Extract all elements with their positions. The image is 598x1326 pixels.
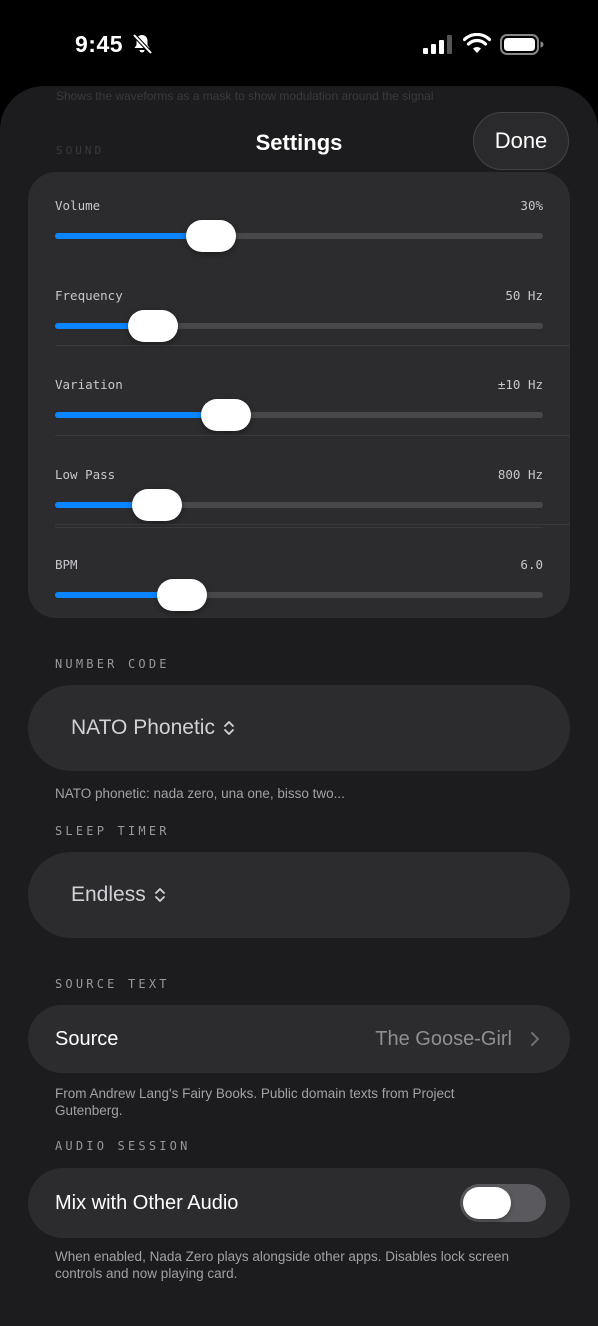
sleep-timer-section-label: SLEEP TIMER — [55, 824, 170, 838]
picker-content: NATO Phonetic — [71, 685, 235, 771]
slider-thumb[interactable] — [127, 310, 178, 342]
status-bar: 9:45 — [0, 0, 598, 88]
number-code-picker[interactable]: NATO Phonetic — [28, 685, 570, 771]
source-text-footnote: From Andrew Lang's Fairy Books. Public d… — [55, 1086, 455, 1118]
settings-sheet: Shows the waveforms as a mask to show mo… — [0, 86, 598, 1326]
chevron-up-down-icon — [224, 721, 234, 735]
low-pass-slider[interactable] — [55, 489, 543, 521]
low-pass-slider-row: Low Pass 800 Hz — [55, 467, 543, 557]
slider-thumb[interactable] — [132, 489, 183, 521]
source-row-label: Source — [55, 1027, 119, 1050]
cellular-signal-icon — [423, 35, 452, 54]
divider — [55, 527, 543, 528]
slider-thumb[interactable] — [186, 220, 237, 252]
number-code-value: NATO Phonetic — [71, 716, 215, 739]
slider-value: ±10 Hz — [497, 377, 543, 392]
volume-slider-row: Volume 30% — [55, 198, 543, 288]
variation-slider[interactable] — [55, 399, 543, 431]
mix-audio-row: Mix with Other Audio — [28, 1168, 570, 1238]
bpm-slider[interactable] — [55, 579, 543, 611]
variation-slider-row: Variation ±10 Hz — [55, 377, 543, 467]
slider-thumb[interactable] — [200, 399, 251, 431]
bell-slash-icon — [132, 33, 153, 55]
audio-session-section-label: AUDIO SESSION — [55, 1139, 191, 1153]
sound-sliders-card: Volume 30% Frequency 50 Hz Variation ±10… — [28, 172, 570, 618]
battery-icon — [500, 34, 544, 55]
slider-label: Low Pass — [55, 467, 116, 482]
source-text-section-label: SOURCE TEXT — [55, 977, 170, 991]
number-code-footnote: NATO phonetic: nada zero, una one, bisso… — [55, 786, 345, 801]
slider-label: BPM — [55, 557, 78, 572]
number-code-section-label: NUMBER CODE — [55, 657, 170, 671]
chevron-right-icon — [531, 1032, 539, 1046]
slider-value: 800 Hz — [497, 467, 543, 482]
slider-value: 30% — [520, 198, 543, 213]
slider-value: 6.0 — [520, 557, 543, 572]
sleep-timer-picker[interactable]: Endless — [28, 852, 570, 938]
chevron-up-down-icon — [154, 888, 165, 902]
scrolled-background-text: Shows the waveforms as a mask to show mo… — [56, 89, 434, 103]
audio-session-footnote: When enabled, Nada Zero plays alongside … — [55, 1249, 510, 1281]
slider-value: 50 Hz — [505, 288, 543, 303]
mix-audio-toggle[interactable] — [460, 1184, 546, 1222]
wifi-icon — [463, 33, 491, 53]
volume-slider[interactable] — [55, 220, 543, 252]
slider-label: Variation — [55, 377, 123, 392]
bpm-slider-row: BPM 6.0 — [55, 557, 543, 647]
picker-content: Endless — [71, 852, 166, 938]
sleep-timer-value: Endless — [71, 883, 146, 906]
slider-label: Volume — [55, 198, 101, 213]
status-time: 9:45 — [75, 31, 124, 57]
toggle-knob — [463, 1187, 511, 1219]
source-row[interactable]: Source The Goose-Girl — [28, 1005, 570, 1073]
frequency-slider[interactable] — [55, 310, 543, 342]
done-button[interactable]: Done — [473, 112, 569, 170]
source-row-value: The Goose-Girl — [375, 1027, 512, 1050]
slider-label: Frequency — [55, 288, 123, 303]
mix-audio-label: Mix with Other Audio — [55, 1191, 239, 1214]
frequency-slider-row: Frequency 50 Hz — [55, 288, 543, 378]
slider-thumb[interactable] — [156, 579, 207, 611]
